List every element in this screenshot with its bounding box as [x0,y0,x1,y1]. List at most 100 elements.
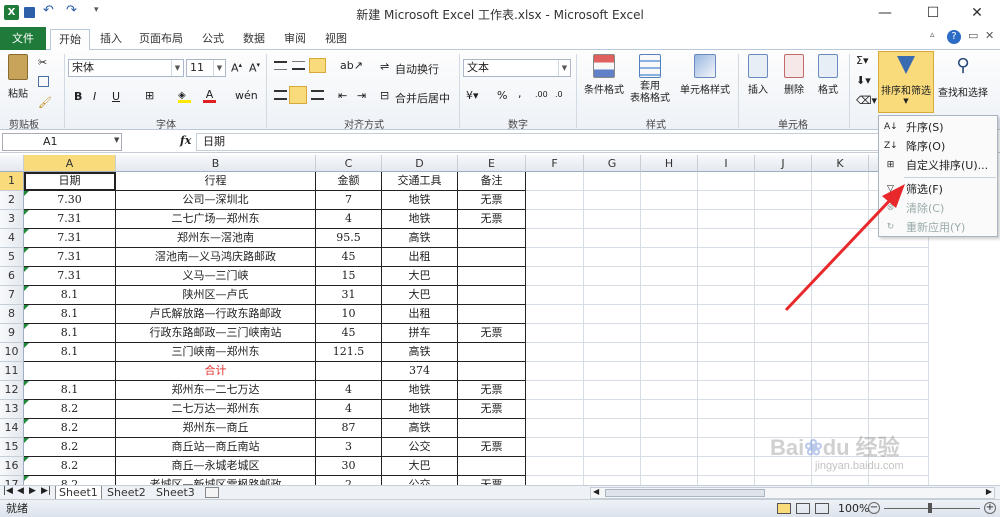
row-header[interactable]: 10 [0,343,24,362]
table-cell[interactable]: 二七万达—郑州东 [116,400,316,419]
tab-insert[interactable]: 插入 [93,29,129,50]
empty-cell[interactable] [526,248,584,267]
empty-cell[interactable] [526,305,584,324]
format-as-table-button[interactable]: 套用 表格格式 [624,54,676,105]
table-cell[interactable]: 郑州东—二七万达 [116,381,316,400]
number-format-combo[interactable]: 文本 ▼ [463,59,571,77]
table-cell[interactable]: 交通工具 [382,172,458,191]
paste-button[interactable]: 粘贴 [4,54,32,100]
table-cell[interactable]: 商丘站—商丘南站 [116,438,316,457]
empty-cell[interactable] [698,457,755,476]
table-cell[interactable]: 45 [316,248,382,267]
table-cell[interactable]: 地铁 [382,381,458,400]
align-top-icon[interactable] [274,61,287,70]
sheet-nav-first-icon[interactable]: |◀ [3,486,13,496]
empty-cell[interactable] [812,248,869,267]
empty-cell[interactable] [869,400,929,419]
sheet-tab-sheet2[interactable]: Sheet2 [104,486,149,500]
empty-cell[interactable] [584,457,641,476]
empty-cell[interactable] [812,343,869,362]
empty-cell[interactable] [812,267,869,286]
phonetic-icon[interactable]: wén [235,89,258,102]
column-header[interactable]: F [526,155,584,172]
empty-cell[interactable] [698,248,755,267]
name-box[interactable]: A1 [2,133,122,151]
table-cell[interactable]: 7.31 [24,229,116,248]
wrap-text-label[interactable]: 自动换行 [395,61,439,77]
table-cell[interactable] [458,457,526,476]
empty-cell[interactable] [641,476,698,485]
percent-button[interactable]: % [497,89,507,102]
empty-cell[interactable] [698,324,755,343]
table-cell[interactable]: 商丘—永城老城区 [116,457,316,476]
tab-data[interactable]: 数据 [237,29,271,50]
align-center-icon[interactable] [289,86,307,104]
empty-cell[interactable] [812,305,869,324]
row-header[interactable]: 5 [0,248,24,267]
empty-cell[interactable] [526,362,584,381]
page-layout-view-icon[interactable] [796,503,810,514]
table-cell[interactable]: 7 [316,191,382,210]
empty-cell[interactable] [526,457,584,476]
empty-cell[interactable] [641,172,698,191]
close-icon[interactable]: ✕ [954,0,1000,27]
empty-cell[interactable] [526,267,584,286]
empty-cell[interactable] [584,343,641,362]
empty-cell[interactable] [812,400,869,419]
sheet-tab-sheet1[interactable]: Sheet1 [55,486,102,500]
table-cell[interactable]: 地铁 [382,400,458,419]
table-cell[interactable]: 87 [316,419,382,438]
menu-item[interactable]: Z↓ 降序(O) [879,137,997,156]
table-cell[interactable]: 8.1 [24,286,116,305]
table-cell[interactable]: 8.2 [24,419,116,438]
zoom-out-icon[interactable]: − [868,502,880,514]
decrease-indent-icon[interactable]: ⇤ [338,89,347,102]
table-cell[interactable]: 公交 [382,476,458,485]
empty-cell[interactable] [812,191,869,210]
increase-decimal-icon[interactable]: .00 [535,90,548,99]
ribbon-minimize-icon[interactable]: ▵ [930,30,935,40]
sort-filter-button[interactable]: 排序和筛选 ▼ [878,51,934,113]
border-icon[interactable]: ⊞ [145,89,154,102]
page-break-view-icon[interactable] [815,503,829,514]
table-cell[interactable]: 121.5 [316,343,382,362]
empty-cell[interactable] [812,229,869,248]
column-header[interactable]: J [755,155,812,172]
menu-item[interactable]: ⊞ 自定义排序(U)... [879,156,997,175]
new-sheet-icon[interactable] [205,487,219,498]
row-header[interactable]: 11 [0,362,24,381]
row-header[interactable]: 1 [0,172,24,191]
empty-cell[interactable] [526,438,584,457]
table-cell[interactable]: 8.2 [24,438,116,457]
row-header[interactable]: 12 [0,381,24,400]
empty-cell[interactable] [755,362,812,381]
table-cell[interactable]: 7.31 [24,267,116,286]
table-cell[interactable]: 二七广场—郑州东 [116,210,316,229]
sheet-nav-prev-icon[interactable]: ◀ [17,486,24,496]
empty-cell[interactable] [641,419,698,438]
empty-cell[interactable] [526,419,584,438]
table-cell[interactable]: 高铁 [382,229,458,248]
table-cell[interactable]: 大巴 [382,267,458,286]
table-cell[interactable] [458,343,526,362]
empty-cell[interactable] [869,305,929,324]
empty-cell[interactable] [755,229,812,248]
empty-cell[interactable] [641,191,698,210]
table-cell[interactable]: 陕州区—卢氏 [116,286,316,305]
empty-cell[interactable] [869,362,929,381]
table-cell[interactable]: 2 [316,476,382,485]
italic-button[interactable]: I [93,90,96,103]
comma-button[interactable]: , [518,87,522,100]
empty-cell[interactable] [698,438,755,457]
empty-cell[interactable] [526,324,584,343]
empty-cell[interactable] [698,476,755,485]
underline-button[interactable]: U [112,90,120,103]
column-header[interactable]: C [316,155,382,172]
tab-view[interactable]: 视图 [319,29,353,50]
empty-cell[interactable] [755,267,812,286]
tab-formulas[interactable]: 公式 [196,29,230,50]
table-cell[interactable]: 374 [382,362,458,381]
empty-cell[interactable] [698,419,755,438]
empty-cell[interactable] [584,210,641,229]
align-right-icon[interactable] [311,90,324,100]
